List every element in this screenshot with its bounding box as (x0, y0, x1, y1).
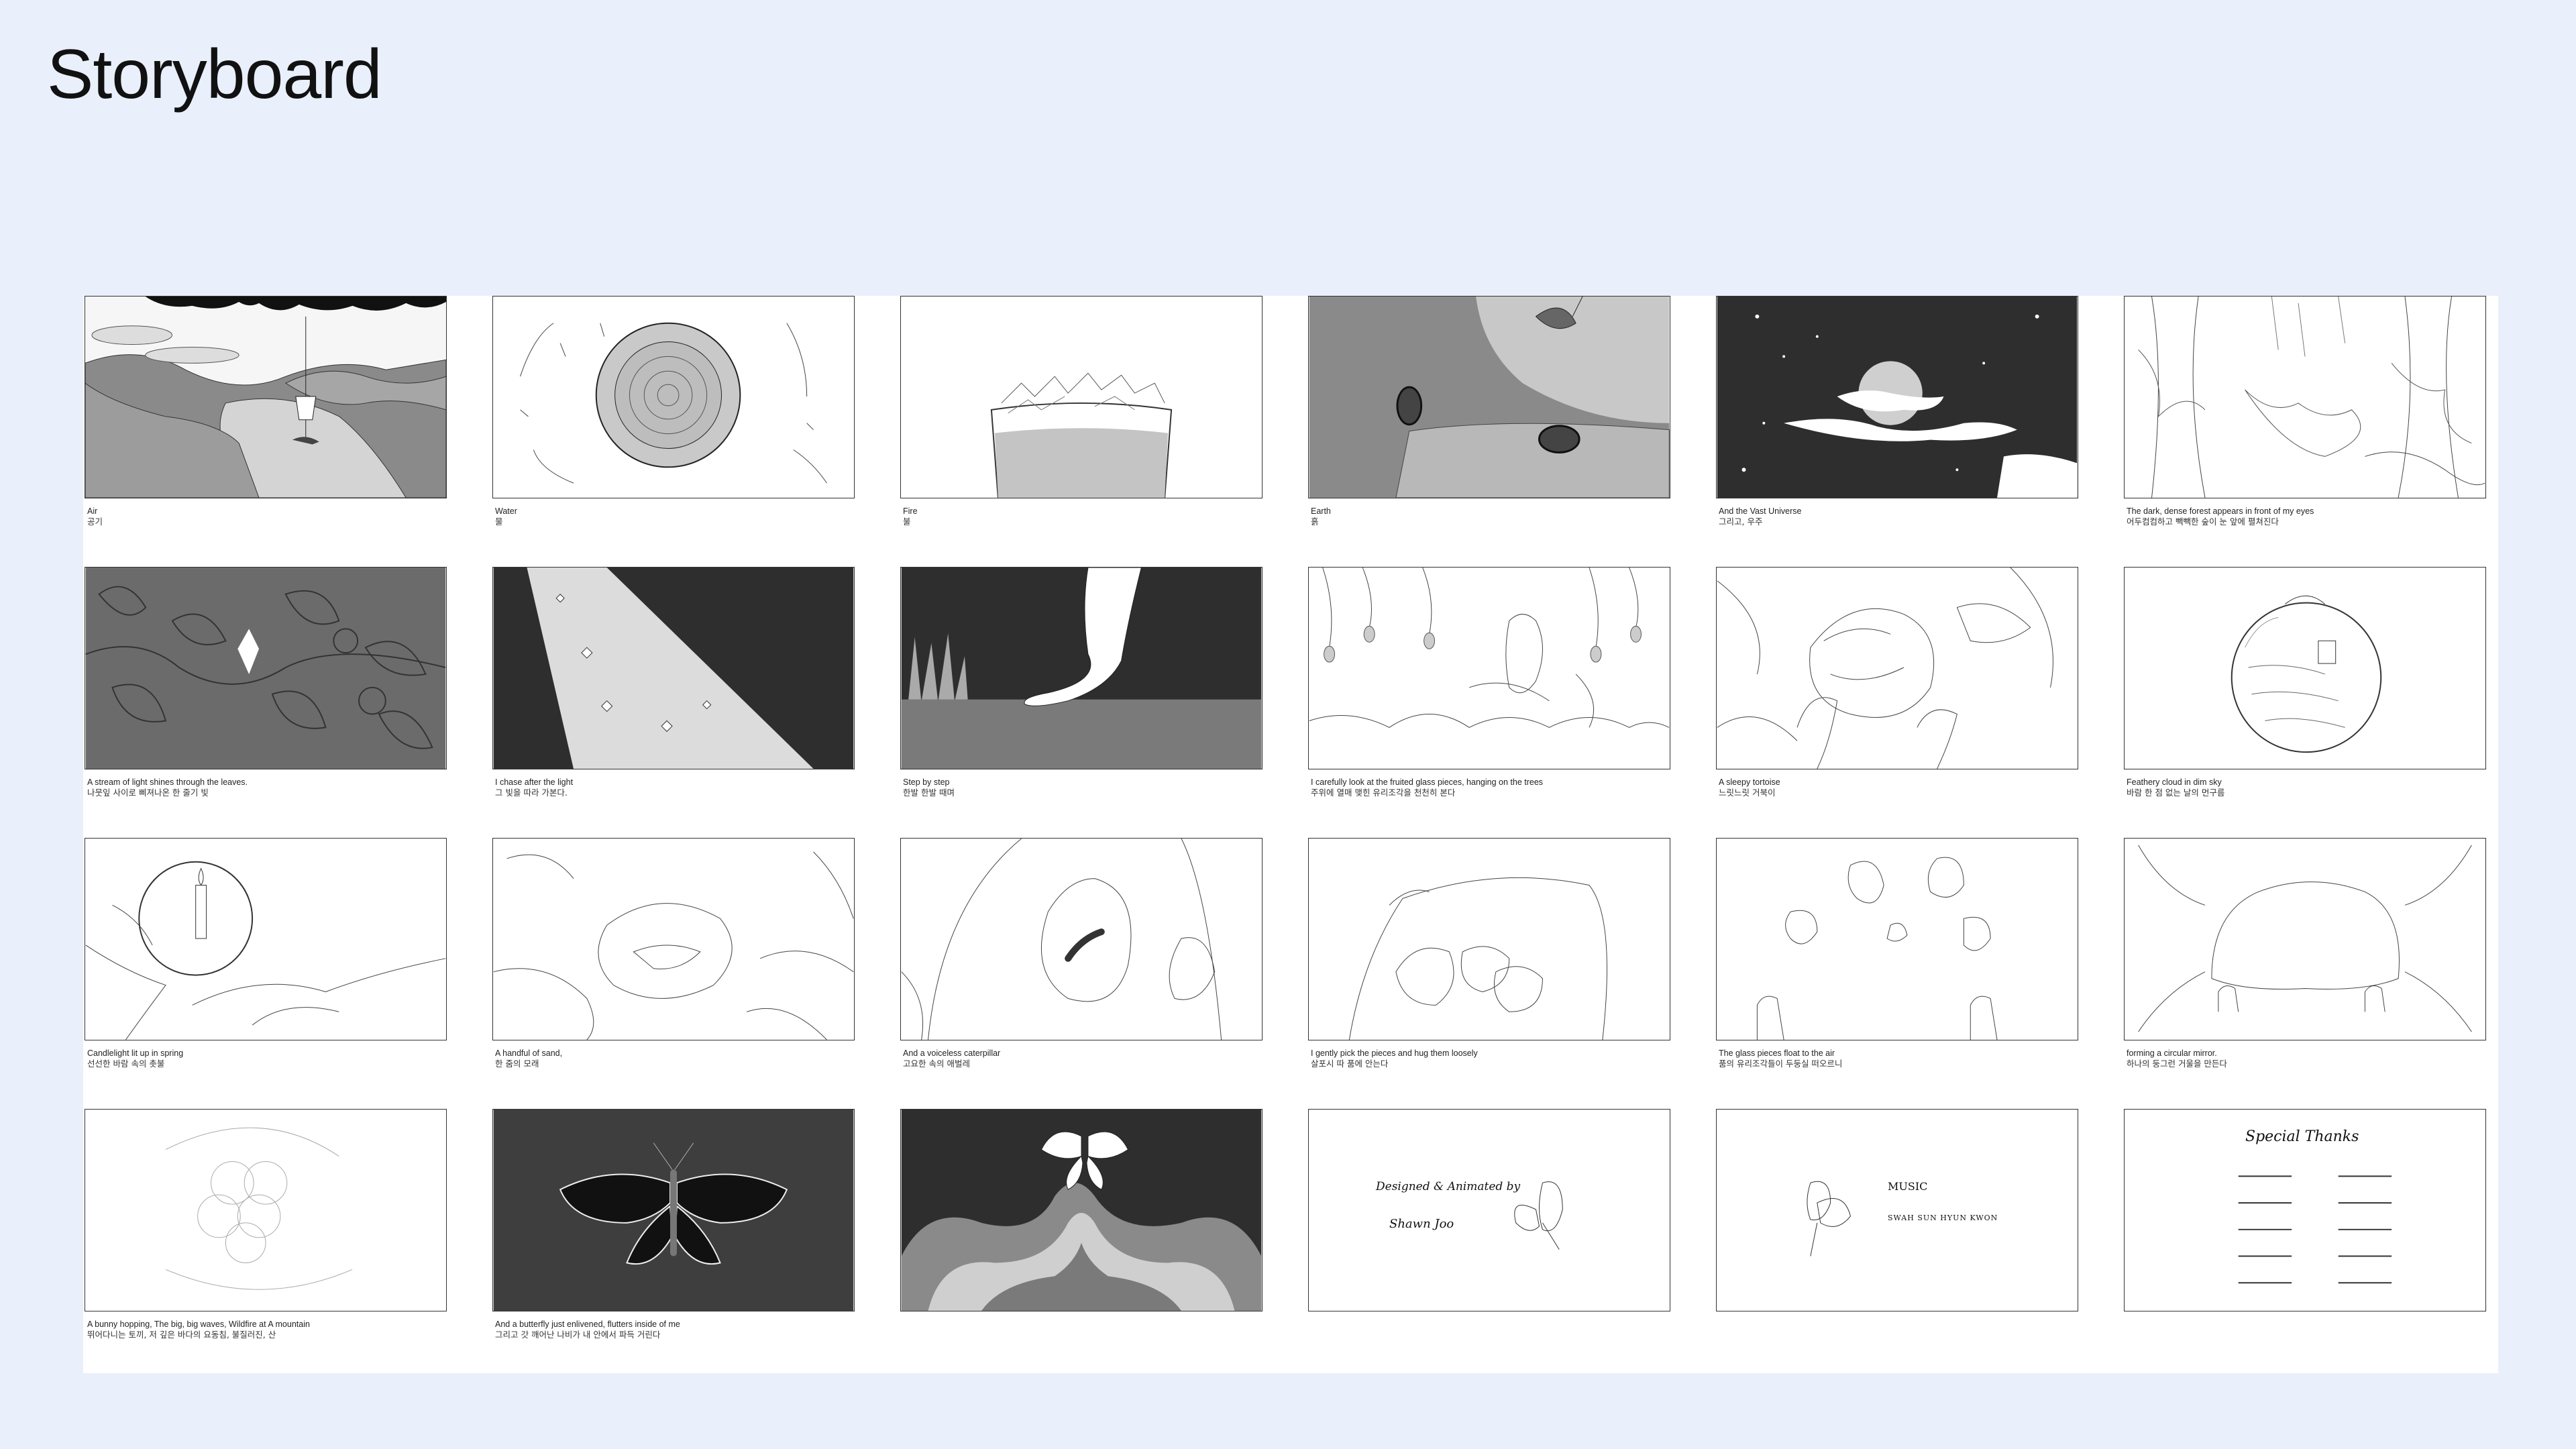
panel-step-sketch (900, 567, 1263, 769)
panel-air-sketch (85, 296, 447, 498)
panel-sand[interactable]: A handful of sand, 한 줌의 모래 (492, 838, 856, 1109)
panel-light-leaves[interactable]: A stream of light shines through the lea… (85, 567, 448, 838)
panel-candlelight[interactable]: Candlelight lit up in spring 선선한 바람 속의 촛… (85, 838, 448, 1109)
panel-tortoise[interactable]: A sleepy tortoise 느릿느릿 거북이 (1716, 567, 2080, 838)
panel-chase-light-sketch (492, 567, 855, 769)
storyboard-board: Air 공기 Water 물 Fire 불 Earth 흙 And the Va… (83, 296, 2498, 1373)
panel-earth-caption-ko: 흙 (1311, 517, 1319, 527)
panel-float-sketch (1716, 838, 2078, 1040)
music-butterfly-icon (1807, 1181, 1851, 1256)
panel-step-caption-en: Step by step (903, 777, 950, 787)
panel-chase-light[interactable]: I chase after the light 그 빛을 따라 가본다. (492, 567, 856, 838)
panel-earth-caption-en: Earth (1311, 506, 1331, 516)
panel-water-caption-en: Water (495, 506, 517, 516)
panel-air[interactable]: Air 공기 (85, 296, 448, 567)
panel-mirror[interactable]: forming a circular mirror. 하나의 둥그런 거울을 만… (2124, 838, 2487, 1109)
panel-tortoise-sketch (1716, 567, 2078, 769)
panel-hug-sketch (1308, 838, 1670, 1040)
panel-credits[interactable]: Designed & Animated by Shawn Joo (1308, 1109, 1672, 1380)
panel-air-caption-en: Air (87, 506, 98, 516)
panel-mirror-caption-ko: 하나의 둥그런 거울을 만든다 (2127, 1059, 2227, 1069)
panel-hug[interactable]: I gently pick the pieces and hug them lo… (1308, 838, 1672, 1109)
panel-waves-butterfly-sketch (900, 1109, 1263, 1311)
panel-glass-pieces-sketch (1308, 567, 1670, 769)
panel-light-leaves-sketch (85, 567, 447, 769)
panel-universe[interactable]: And the Vast Universe 그리고, 우주 (1716, 296, 2080, 567)
panel-thanks[interactable]: Special Thanks (2124, 1109, 2487, 1380)
panel-hug-caption-ko: 살포시 따 품에 안는다 (1311, 1059, 1389, 1069)
panel-waves-butterfly[interactable] (900, 1109, 1264, 1380)
panel-air-caption-ko: 공기 (87, 517, 103, 527)
panel-forest-sketch (2124, 296, 2486, 498)
panel-bunny-caption-en: A bunny hopping, The big, big waves, Wil… (87, 1320, 310, 1329)
panel-float-caption-en: The glass pieces float to the air (1719, 1049, 1835, 1058)
panel-feathery-cloud-caption-en: Feathery cloud in dim sky (2127, 777, 2222, 787)
panel-music[interactable]: MUSIC SWAH SUN HYUN KWON (1716, 1109, 2080, 1380)
panel-credits-sketch: Designed & Animated by Shawn Joo (1308, 1109, 1670, 1311)
panel-forest-caption-en: The dark, dense forest appears in front … (2127, 506, 2314, 516)
panel-caterpillar-sketch (900, 838, 1263, 1040)
panel-mirror-caption-en: forming a circular mirror. (2127, 1049, 2217, 1058)
panel-water-sketch (492, 296, 855, 498)
panel-music-sketch: MUSIC SWAH SUN HYUN KWON (1716, 1109, 2078, 1311)
panel-fire-caption-en: Fire (903, 506, 918, 516)
panel-sand-caption-ko: 한 줌의 모래 (495, 1059, 539, 1069)
panel-candlelight-sketch (85, 838, 447, 1040)
panel-earth[interactable]: Earth 흙 (1308, 296, 1672, 567)
panel-feathery-cloud[interactable]: Feathery cloud in dim sky 바람 한 점 없는 날의 먼… (2124, 567, 2487, 838)
panel-water-caption-ko: 물 (495, 517, 503, 527)
panel-tortoise-caption-ko: 느릿느릿 거북이 (1719, 788, 1776, 798)
panel-step[interactable]: Step by step 한발 한발 때며 (900, 567, 1264, 838)
panel-forest[interactable]: The dark, dense forest appears in front … (2124, 296, 2487, 567)
panel-universe-caption-ko: 그리고, 우주 (1719, 517, 1763, 527)
panel-step-caption-ko: 한발 한발 때며 (903, 788, 955, 798)
panel-sand-sketch (492, 838, 855, 1040)
panel-bunny-caption-ko: 뛰어다니는 토끼, 저 깊은 바다의 요동침, 불질러진, 산 (87, 1330, 276, 1340)
page-title: Storyboard (47, 36, 382, 113)
panel-candlelight-caption-en: Candlelight lit up in spring (87, 1049, 184, 1058)
panel-fire-sketch (900, 296, 1263, 498)
panel-light-leaves-caption-ko: 나뭇잎 사이로 삐져나온 한 줄기 빛 (87, 788, 209, 798)
panel-earth-sketch (1308, 296, 1670, 498)
panel-bunny[interactable]: A bunny hopping, The big, big waves, Wil… (85, 1109, 448, 1380)
panel-hug-caption-en: I gently pick the pieces and hug them lo… (1311, 1049, 1478, 1058)
panel-butterfly-caption-en: And a butterfly just enlivened, flutters… (495, 1320, 680, 1329)
storyboard-grid: Air 공기 Water 물 Fire 불 Earth 흙 And the Va… (85, 296, 2487, 1380)
panel-caterpillar[interactable]: And a voiceless caterpillar 고요한 속의 애벌레 (900, 838, 1264, 1109)
panel-float-caption-ko: 품의 유리조각들이 두둥실 떠오르니 (1719, 1059, 1843, 1069)
panel-glass-pieces[interactable]: I carefully look at the fruited glass pi… (1308, 567, 1672, 838)
panel-light-leaves-caption-en: A stream of light shines through the lea… (87, 777, 248, 787)
panel-chase-light-caption-ko: 그 빛을 따라 가본다. (495, 788, 568, 798)
thanks-name-lines (2238, 1175, 2392, 1284)
panel-butterfly-sketch (492, 1109, 855, 1311)
panel-candlelight-caption-ko: 선선한 바람 속의 촛불 (87, 1059, 165, 1069)
panel-glass-pieces-caption-en: I carefully look at the fruited glass pi… (1311, 777, 1544, 787)
panel-universe-caption-en: And the Vast Universe (1719, 506, 1802, 516)
panel-caterpillar-caption-ko: 고요한 속의 애벌레 (903, 1059, 970, 1069)
panel-feathery-cloud-caption-ko: 바람 한 점 없는 날의 먼구름 (2127, 788, 2225, 798)
panel-forest-caption-ko: 어두컴컴하고 빽빽한 숲이 눈 앞에 펼쳐진다 (2127, 517, 2279, 527)
panel-water[interactable]: Water 물 (492, 296, 856, 567)
panel-mirror-sketch (2124, 838, 2486, 1040)
credits-butterfly-icon (1514, 1181, 1563, 1250)
panel-tortoise-caption-en: A sleepy tortoise (1719, 777, 1780, 787)
panel-glass-pieces-caption-ko: 주위에 열매 맺힌 유리조각을 천천히 본다 (1311, 788, 1456, 798)
panel-universe-sketch (1716, 296, 2078, 498)
panel-butterfly[interactable]: And a butterfly just enlivened, flutters… (492, 1109, 856, 1380)
panel-float[interactable]: The glass pieces float to the air 품의 유리조… (1716, 838, 2080, 1109)
panel-feathery-cloud-sketch (2124, 567, 2486, 769)
panel-fire-caption-ko: 불 (903, 517, 911, 527)
panel-fire[interactable]: Fire 불 (900, 296, 1264, 567)
panel-chase-light-caption-en: I chase after the light (495, 777, 574, 787)
panel-bunny-sketch (85, 1109, 447, 1311)
panel-butterfly-caption-ko: 그리고 갓 깨어난 나비가 내 안에서 파득 거린다 (495, 1330, 661, 1340)
panel-caterpillar-caption-en: And a voiceless caterpillar (903, 1049, 1001, 1058)
panel-thanks-sketch: Special Thanks (2124, 1109, 2486, 1311)
panel-sand-caption-en: A handful of sand, (495, 1049, 563, 1058)
